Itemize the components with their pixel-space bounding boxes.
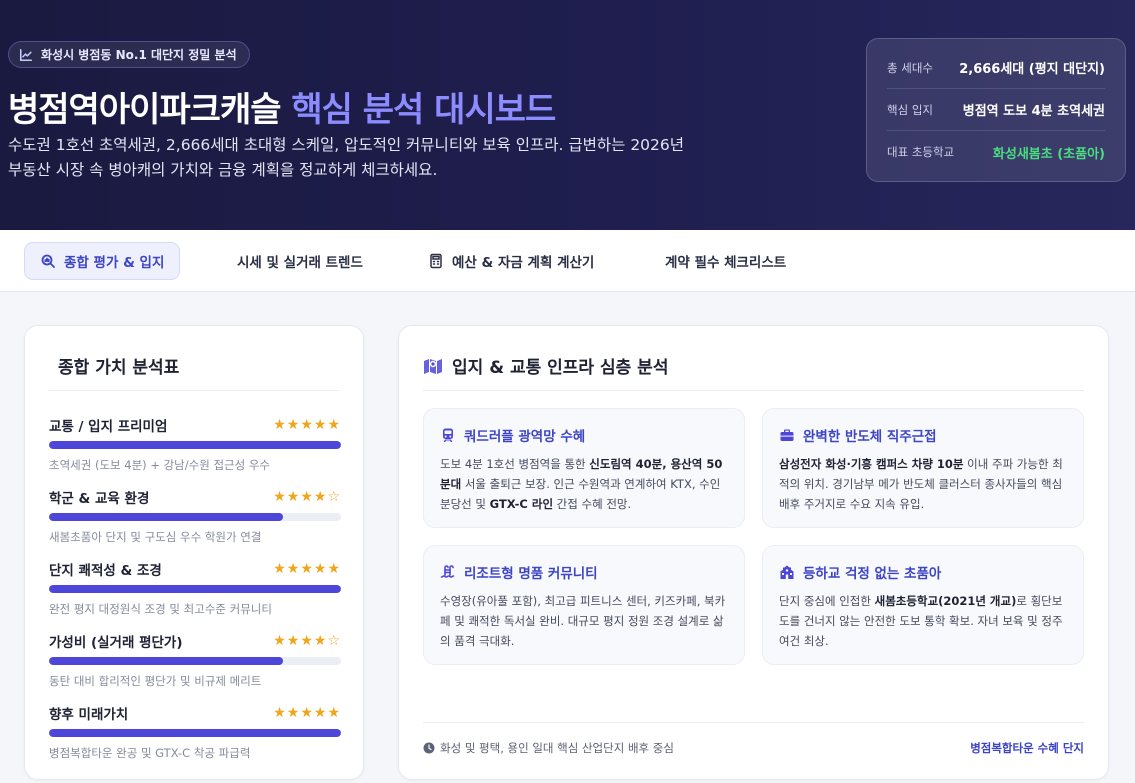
score-bar (49, 513, 341, 521)
summary-stats-card: 총 세대수 2,666세대 (평지 대단지) 핵심 입지 병점역 도보 4분 초… (866, 38, 1126, 182)
hero-banner: 화성시 병점동 No.1 대단지 정밀 분석 병점역아이파크캐슬 핵심 분석 대… (0, 0, 1135, 230)
infra-footer-note-text: 화성 및 평택, 용인 일대 핵심 산업단지 배후 중심 (440, 741, 674, 755)
infra-footer-link[interactable]: 병점복합타운 수혜 단지 (970, 740, 1084, 756)
feature-body: 수영장(유아풀 포함), 최고급 피트니스 센터, 키즈카페, 북카페 및 쾌적… (440, 594, 726, 648)
stat-value: 2,666세대 (평지 대단지) (959, 62, 1105, 77)
divider (49, 390, 339, 391)
score-bar (49, 657, 341, 665)
metric-name: 학군 & 교육 환경 (49, 491, 150, 507)
score-bar (49, 441, 341, 449)
stat-label: 대표 초등학교 (887, 145, 955, 159)
metric-item: 단지 쾌적성 & 조경 ★★★★★ 완전 평지 대정원식 조경 및 최고수준 커… (49, 560, 341, 620)
tab-budget-calculator[interactable]: 예산 & 자금 계획 계산기 (413, 242, 609, 280)
metric-description: 새봄초품아 단지 및 구도심 우수 학원가 연결 (49, 530, 262, 544)
value-analysis-card: 종합 가치 분석표 교통 / 입지 프리미엄 ★★★★★ 초역세권 (도보 4분… (24, 325, 364, 780)
metric-item: 가성비 (실거래 평단가) ★★★★☆ 동탄 대비 합리적인 평단가 및 비규제… (49, 632, 341, 692)
metric-description: 초역세권 (도보 4분) + 강남/수원 접근성 우수 (49, 458, 271, 472)
hero-badge-text: 화성시 병점동 No.1 대단지 정밀 분석 (41, 48, 237, 62)
feature-body: 도보 4분 1호선 병점역을 통한 신도림역 40분, 용산역 50분대 서울 … (440, 457, 723, 511)
score-bar-fill (49, 729, 341, 737)
feature-body: 삼성전자 화성·기흥 캠퍼스 차량 10분 이내 주파 가능한 최적의 위치. … (779, 457, 1063, 511)
metric-name: 교통 / 입지 프리미엄 (49, 419, 168, 435)
stat-row: 총 세대수 2,666세대 (평지 대단지) (887, 47, 1105, 89)
star-rating: ★★★★★ (273, 417, 341, 433)
feature-card-school: 등하교 걱정 없는 초품아 단지 중심에 인접한 새봄초등학교(2021년 개교… (762, 545, 1084, 665)
star-rating: ★★★★★ (273, 561, 341, 577)
metric-item: 교통 / 입지 프리미엄 ★★★★★ 초역세권 (도보 4분) + 강남/수원 … (49, 416, 341, 476)
feature-title: 등하교 걱정 없는 초품아 (803, 566, 942, 582)
metric-description: 완전 평지 대정원식 조경 및 최고수준 커뮤니티 (49, 602, 272, 616)
metric-name: 가성비 (실거래 평단가) (49, 635, 183, 651)
tab-label: 종합 평가 & 입지 (64, 255, 165, 271)
feature-title: 완벽한 반도체 직주근접 (803, 429, 937, 445)
infra-analysis-title: 입지 & 교통 인프라 심층 분석 (452, 358, 669, 378)
briefcase-icon (780, 429, 794, 441)
stat-row: 대표 초등학교 화성새봄초 (초품아) (887, 131, 1105, 173)
tab-label: 계약 필수 체크리스트 (665, 255, 787, 271)
search-chart-icon (41, 254, 55, 268)
divider (423, 722, 1084, 723)
metric-item: 향후 미래가치 ★★★★★ 병점복합타운 완공 및 GTX-C 착공 파급력 (49, 704, 341, 764)
star-rating: ★★★★☆ (273, 633, 341, 649)
infra-footer-note: 화성 및 평택, 용인 일대 핵심 산업단지 배후 중심 (423, 740, 674, 756)
page-title: 병점역아이파크캐슬 핵심 분석 대시보드 (8, 82, 556, 131)
feature-card-community: 리조트형 명품 커뮤니티 수영장(유아풀 포함), 최고급 피트니스 센터, 키… (423, 545, 745, 665)
trend-chart-icon (19, 48, 33, 61)
tab-price-trend[interactable]: 시세 및 실거래 트렌드 (222, 242, 378, 280)
score-bar-fill (49, 585, 341, 593)
metric-description: 병점복합타운 완공 및 GTX-C 착공 파급력 (49, 746, 251, 760)
star-rating: ★★★★★ (273, 705, 341, 721)
page-title-main: 병점역아이파크캐슬 (8, 90, 282, 130)
page-title-highlight: 핵심 분석 대시보드 (291, 90, 556, 130)
score-bar-fill (49, 441, 341, 449)
tab-label: 예산 & 자금 계획 계산기 (452, 255, 595, 271)
score-bar-fill (49, 513, 283, 521)
clock-icon (423, 742, 435, 754)
stat-value: 화성새봄초 (초품아) (992, 146, 1105, 162)
metric-name: 향후 미래가치 (49, 707, 129, 723)
feature-body: 단지 중심에 인접한 새봄초등학교(2021년 개교)로 횡단보도를 건너지 않… (779, 594, 1063, 648)
score-bar (49, 729, 341, 737)
tab-bar: 종합 평가 & 입지 시세 및 실거래 트렌드 예산 & 자금 계획 계산기 계… (0, 230, 1135, 292)
metric-item: 학군 & 교육 환경 ★★★★☆ 새봄초품아 단지 및 구도심 우수 학원가 연… (49, 488, 341, 548)
train-icon (443, 428, 453, 442)
map-location-icon (424, 358, 442, 374)
metric-name: 단지 쾌적성 & 조경 (49, 563, 162, 579)
feature-card-semiconductor: 완벽한 반도체 직주근접 삼성전자 화성·기흥 캠퍼스 차량 10분 이내 주파… (762, 408, 1084, 528)
tab-overview[interactable]: 종합 평가 & 입지 (24, 242, 181, 280)
infra-analysis-card: 입지 & 교통 인프라 심층 분석 쿼드러플 광역망 수혜 도보 4분 1호선 … (398, 325, 1109, 780)
pool-icon (440, 565, 455, 578)
feature-title: 리조트형 명품 커뮤니티 (464, 566, 598, 582)
feature-title: 쿼드러플 광역망 수혜 (464, 429, 586, 445)
value-analysis-title: 종합 가치 분석표 (58, 358, 180, 378)
stat-row: 핵심 입지 병점역 도보 4분 초역세권 (887, 89, 1105, 131)
hero-badge: 화성시 병점동 No.1 대단지 정밀 분석 (8, 41, 250, 68)
stat-label: 핵심 입지 (887, 102, 933, 117)
calculator-icon (430, 253, 442, 269)
score-bar-fill (49, 657, 283, 665)
stat-label: 총 세대수 (887, 60, 933, 75)
score-bar (49, 585, 341, 593)
tab-label: 시세 및 실거래 트렌드 (237, 255, 363, 271)
star-rating: ★★★★☆ (273, 489, 341, 505)
metric-description: 동탄 대비 합리적인 평단가 및 비규제 메리트 (49, 674, 262, 688)
school-icon (780, 565, 794, 579)
hero-description: 수도권 1호선 초역세권, 2,666세대 초대형 스케일, 압도적인 커뮤니티… (8, 136, 685, 179)
feature-card-transit: 쿼드러플 광역망 수혜 도보 4분 1호선 병점역을 통한 신도림역 40분, … (423, 408, 745, 528)
stat-value: 병점역 도보 4분 초역세권 (962, 104, 1105, 119)
divider (423, 390, 1084, 391)
tab-contract-checklist[interactable]: 계약 필수 체크리스트 (650, 242, 801, 280)
